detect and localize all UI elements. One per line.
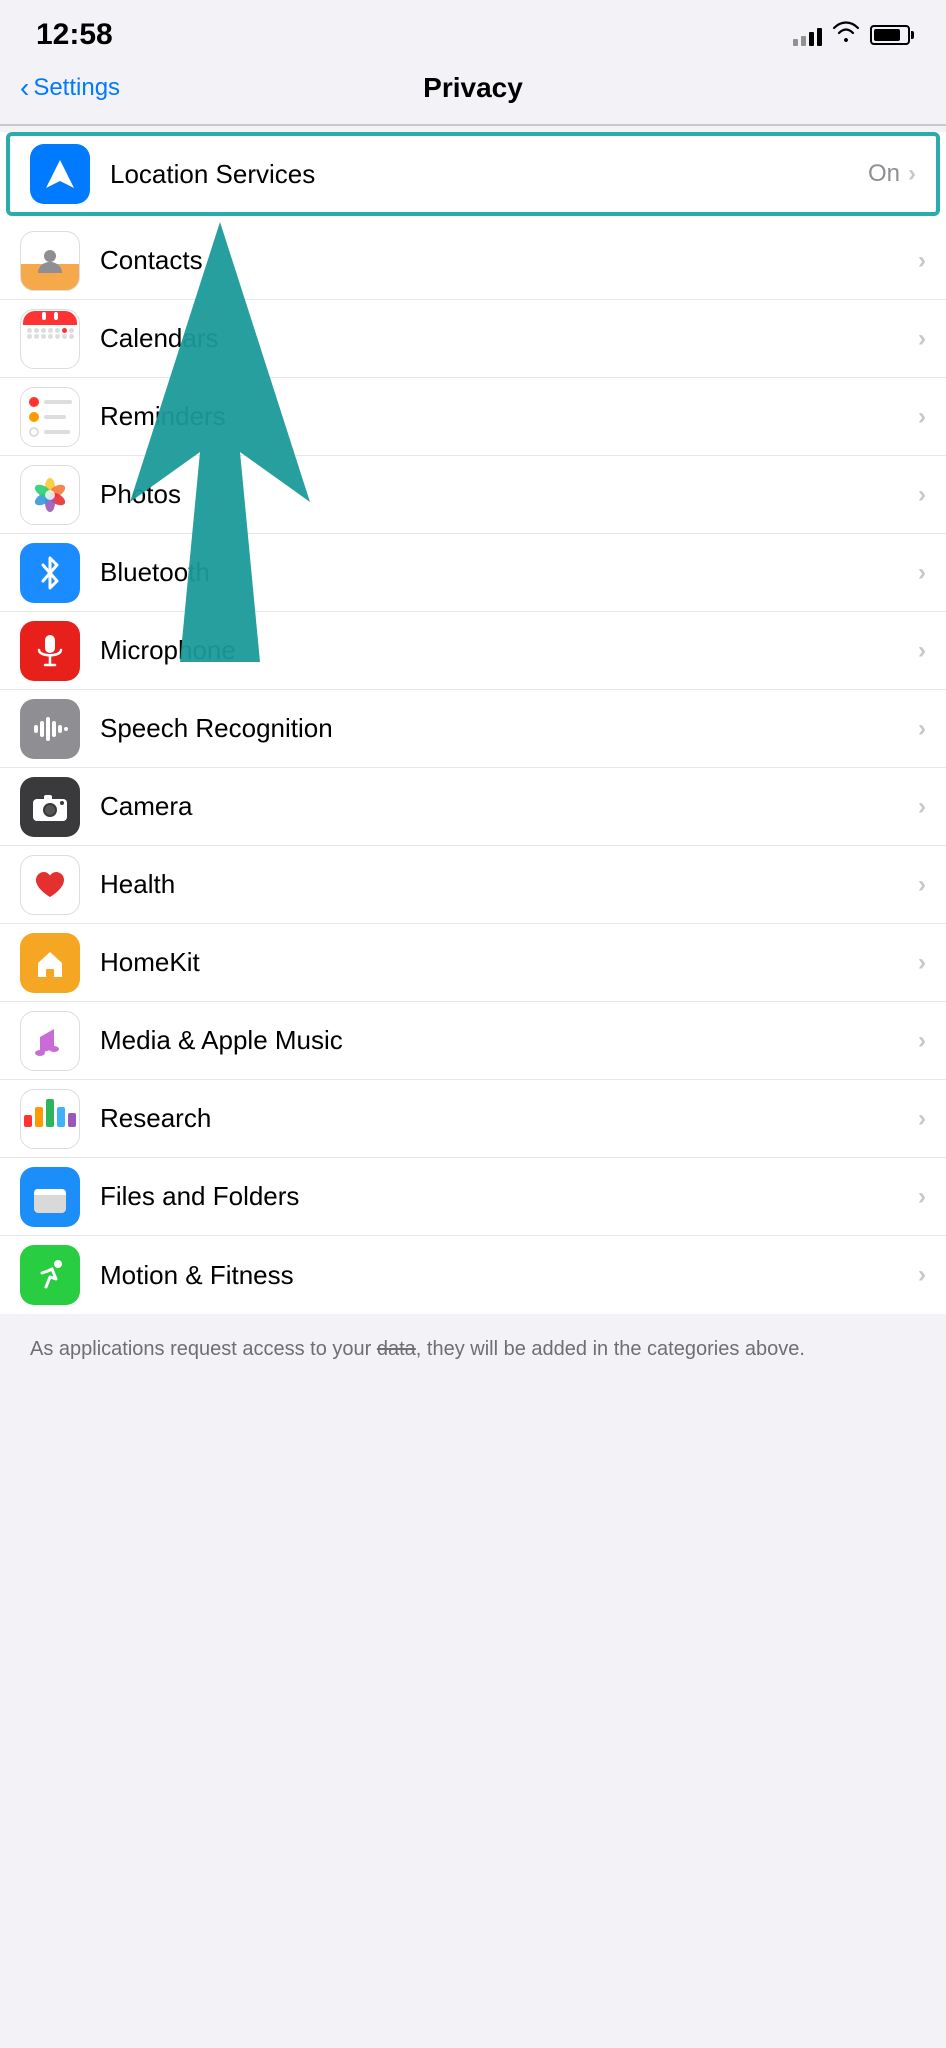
bluetooth-icon — [20, 543, 80, 603]
calendars-item[interactable]: Calendars › — [0, 300, 946, 378]
location-services-label: Location Services — [110, 159, 868, 190]
speech-recognition-item[interactable]: Speech Recognition › — [0, 690, 946, 768]
research-chevron: › — [918, 1105, 926, 1133]
microphone-item[interactable]: Microphone › — [0, 612, 946, 690]
location-services-chevron: › — [908, 160, 916, 188]
camera-chevron: › — [918, 793, 926, 821]
health-label: Health — [100, 869, 918, 900]
calendars-chevron: › — [918, 325, 926, 353]
bluetooth-chevron: › — [918, 559, 926, 587]
photos-item[interactable]: Photos › — [0, 456, 946, 534]
calendars-icon — [20, 309, 80, 369]
bluetooth-label: Bluetooth — [100, 557, 918, 588]
back-label: Settings — [33, 74, 120, 102]
motion-fitness-item[interactable]: Motion & Fitness › — [0, 1236, 946, 1314]
location-services-item[interactable]: Location Services On › — [6, 132, 940, 216]
files-folders-icon — [20, 1167, 80, 1227]
research-label: Research — [100, 1103, 918, 1134]
contacts-label: Contacts — [100, 245, 918, 276]
signal-icon — [793, 24, 822, 46]
speech-recognition-label: Speech Recognition — [100, 713, 918, 744]
microphone-icon — [20, 621, 80, 681]
back-chevron-icon: ‹ — [20, 72, 29, 104]
calendars-label: Calendars — [100, 323, 918, 354]
page-title: Privacy — [423, 72, 523, 104]
homekit-icon — [20, 933, 80, 993]
bluetooth-item[interactable]: Bluetooth › — [0, 534, 946, 612]
microphone-label: Microphone — [100, 635, 918, 666]
files-folders-label: Files and Folders — [100, 1181, 918, 1212]
media-music-label: Media & Apple Music — [100, 1025, 918, 1056]
footer-text-end: , they will be added in the categories a… — [416, 1338, 805, 1360]
back-button[interactable]: ‹ Settings — [20, 72, 120, 104]
media-music-item[interactable]: Media & Apple Music › — [0, 1002, 946, 1080]
homekit-label: HomeKit — [100, 947, 918, 978]
location-services-value: On — [868, 160, 900, 188]
footer: As applications request access to your d… — [0, 1314, 946, 1384]
photos-icon — [20, 465, 80, 525]
contacts-item[interactable]: Contacts › — [0, 222, 946, 300]
location-services-icon — [30, 144, 90, 204]
camera-item[interactable]: Camera › — [0, 768, 946, 846]
speech-recognition-icon — [20, 699, 80, 759]
camera-icon — [20, 777, 80, 837]
homekit-item[interactable]: HomeKit › — [0, 924, 946, 1002]
files-folders-chevron: › — [918, 1183, 926, 1211]
contacts-icon — [20, 231, 80, 291]
health-item[interactable]: Health › — [0, 846, 946, 924]
status-icons — [793, 21, 910, 49]
settings-list: Location Services On › Contacts › — [0, 132, 946, 1314]
files-folders-item[interactable]: Files and Folders › — [0, 1158, 946, 1236]
photos-chevron: › — [918, 481, 926, 509]
motion-fitness-chevron: › — [918, 1261, 926, 1289]
health-chevron: › — [918, 871, 926, 899]
homekit-chevron: › — [918, 949, 926, 977]
reminders-label: Reminders — [100, 401, 918, 432]
footer-text-strikethrough: data — [377, 1338, 416, 1360]
motion-fitness-label: Motion & Fitness — [100, 1260, 918, 1291]
health-icon — [20, 855, 80, 915]
nav-header: ‹ Settings Privacy — [0, 62, 946, 124]
reminders-icon — [20, 387, 80, 447]
media-music-icon — [20, 1011, 80, 1071]
reminders-chevron: › — [918, 403, 926, 431]
reminders-item[interactable]: Reminders › — [0, 378, 946, 456]
wifi-icon — [832, 21, 860, 49]
status-time: 12:58 — [36, 18, 113, 52]
motion-fitness-icon — [20, 1245, 80, 1305]
contacts-chevron: › — [918, 247, 926, 275]
research-icon — [20, 1089, 80, 1149]
photos-label: Photos — [100, 479, 918, 510]
footer-text-start: As applications request access to your — [30, 1338, 377, 1360]
status-bar: 12:58 — [0, 0, 946, 62]
microphone-chevron: › — [918, 637, 926, 665]
media-music-chevron: › — [918, 1027, 926, 1055]
research-item[interactable]: Research › — [0, 1080, 946, 1158]
battery-icon — [870, 25, 910, 45]
speech-recognition-chevron: › — [918, 715, 926, 743]
camera-label: Camera — [100, 791, 918, 822]
